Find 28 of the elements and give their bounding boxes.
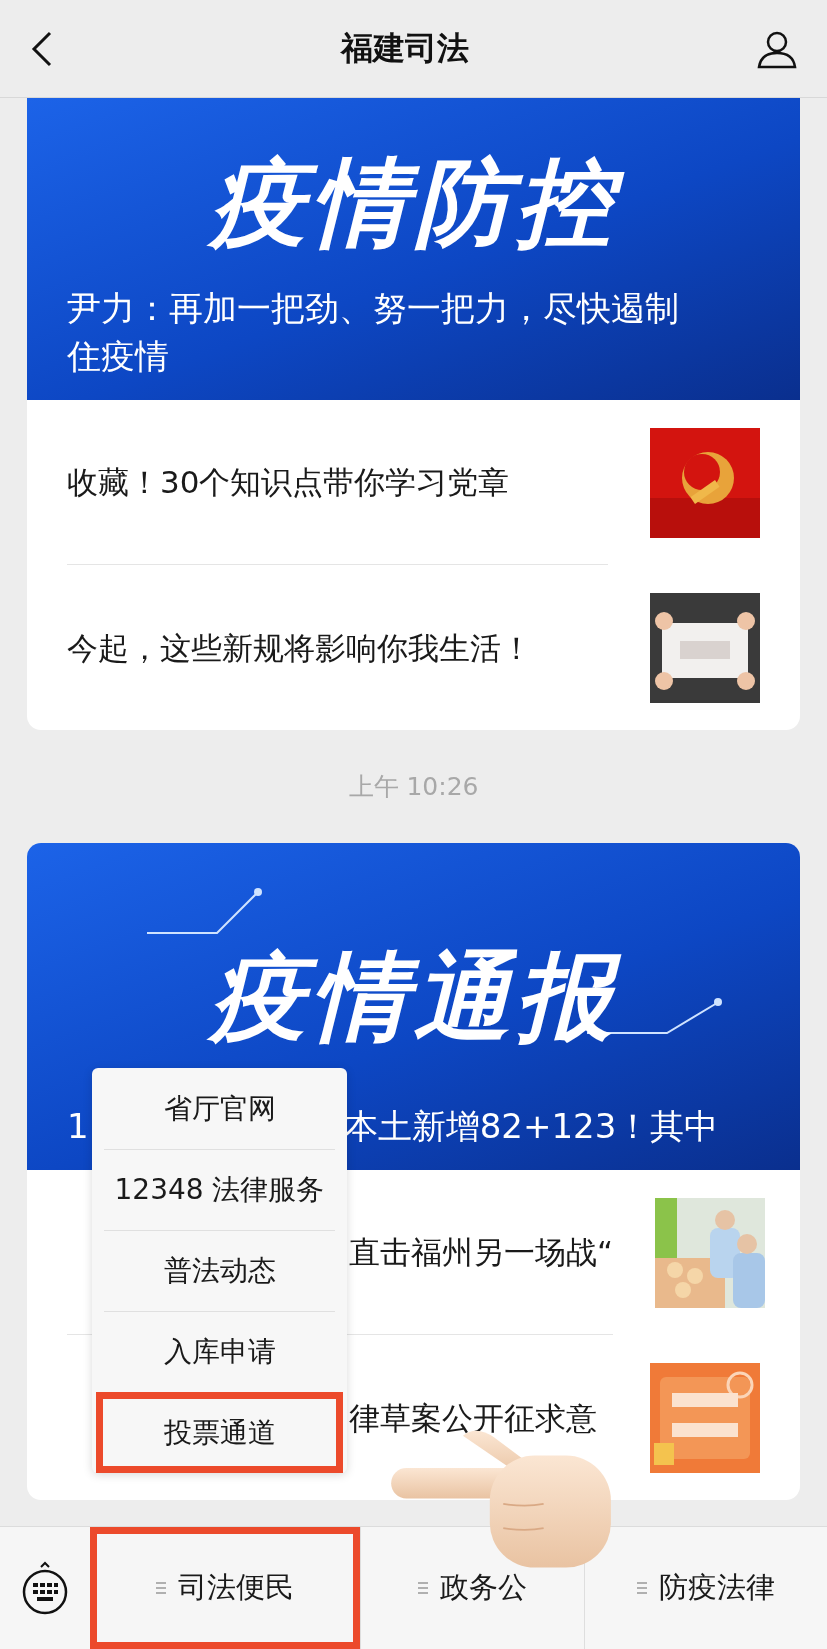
menu-item[interactable]: 投票通道 <box>96 1392 343 1473</box>
headline-text: 本土新增82+123！其中 <box>343 1105 719 1148</box>
menu-item[interactable]: 普法动态 <box>104 1230 335 1311</box>
banner-title: 疫情防控 <box>179 138 648 268</box>
menu-item[interactable]: 12348 法律服务 <box>104 1149 335 1230</box>
tab-label: 防疫法律 <box>659 1569 776 1606</box>
banner[interactable]: 疫情防控 尹力：再加一把劲、努一把力，尽快遏制住疫情 <box>27 98 800 400</box>
tab-label: 司法便民 <box>178 1569 295 1606</box>
timestamp: 上午 10:26 <box>348 771 479 803</box>
menu-icon <box>156 1581 167 1595</box>
article-title: 律草案公开征求意 <box>349 1398 597 1438</box>
keyboard-icon[interactable] <box>21 1561 69 1615</box>
circuit-line-icon <box>147 887 263 937</box>
article-title: 直击福州另一场战“ <box>349 1233 614 1272</box>
menu-icon <box>637 1581 648 1595</box>
article-card[interactable]: 疫情防控 尹力：再加一把劲、努一把力，尽快遏制住疫情 收藏！30个知识点带你学习党章 今起，这些新规将影响你我生活！ <box>27 98 800 730</box>
menu-item[interactable]: 入库申请 <box>104 1311 335 1392</box>
banner-title: 疫情通报 <box>179 932 648 1062</box>
article-title: 收藏！30个知识点带你学习党章 <box>67 463 510 502</box>
tab-label: 政务公 <box>440 1569 528 1606</box>
menu-tab[interactable]: 司法便民 <box>90 1527 361 1649</box>
article-title: 今起，这些新规将影响你我生活！ <box>67 628 532 668</box>
back-icon[interactable] <box>30 30 52 67</box>
page-title: 福建司法 <box>340 27 469 69</box>
headline-text: 1 <box>67 1105 89 1148</box>
headline-text: 尹力：再加一把劲、努一把力，尽快遏制住疫情 <box>67 287 680 378</box>
menu-icon <box>418 1581 429 1595</box>
menu-item[interactable]: 省厅官网 <box>104 1068 335 1149</box>
